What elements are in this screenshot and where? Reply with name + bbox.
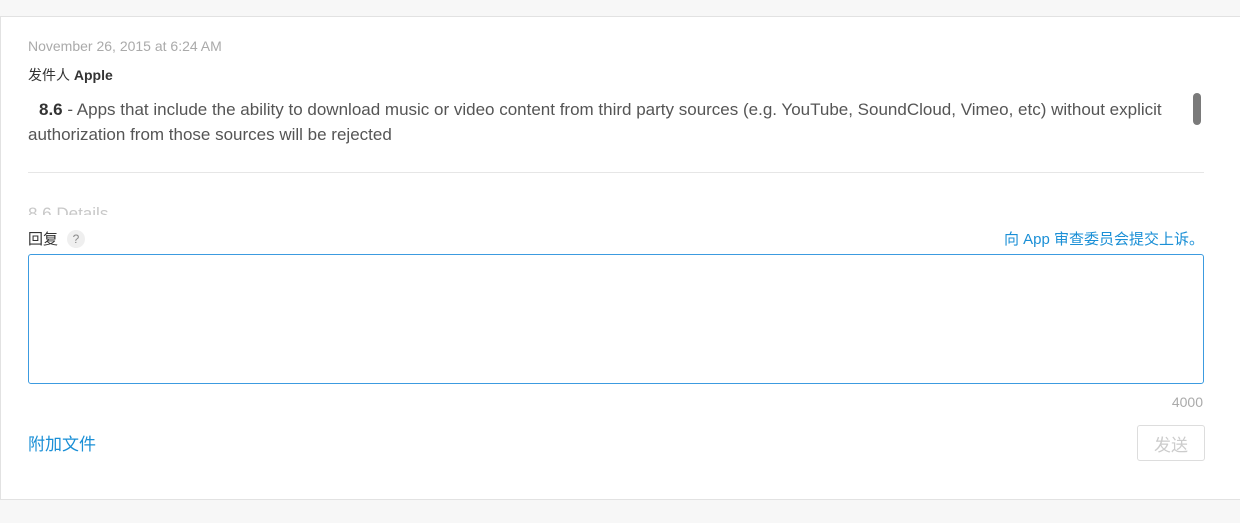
message-divider	[28, 172, 1204, 173]
send-button[interactable]: 发送	[1137, 425, 1205, 461]
message-date: November 26, 2015 at 6:24 AM	[28, 38, 222, 54]
sender-prefix: 发件人	[28, 67, 70, 83]
rule-number: 8.6	[39, 100, 63, 119]
help-icon[interactable]: ?	[67, 229, 86, 248]
message-scrollbar-thumb[interactable]	[1193, 93, 1201, 125]
appeal-review-board-link[interactable]: 向 App 审查委员会提交上诉。	[1004, 228, 1204, 249]
details-heading-clipped: 8.6 Details	[28, 199, 328, 215]
rule-text: - Apps that include the ability to downl…	[28, 100, 1162, 144]
sender-name: Apple	[73, 67, 113, 83]
message-sender: 发件人 Apple	[28, 65, 113, 85]
reply-textarea[interactable]	[28, 254, 1204, 384]
reply-label-row: 回复 ?	[28, 228, 86, 249]
attach-file-link[interactable]: 附加文件	[28, 430, 96, 455]
details-heading-text: 8.6 Details	[28, 204, 109, 215]
resolution-center-panel: November 26, 2015 at 6:24 AM 发件人 Apple 8…	[0, 16, 1240, 500]
char-count: 4000	[1171, 394, 1203, 410]
reply-label: 回复	[28, 231, 59, 248]
message-body: 8.6 - Apps that include the ability to d…	[28, 97, 1173, 147]
